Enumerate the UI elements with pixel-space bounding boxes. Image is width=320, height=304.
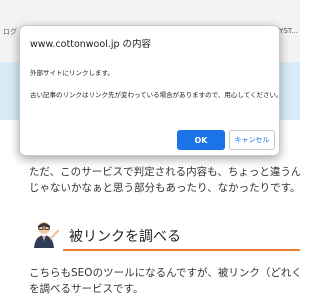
dialog-message: 外部サイトにリンクします。	[30, 69, 114, 77]
section-heading: 被リンクを調べる	[29, 219, 300, 251]
section-heading-title: 被リンクを調べる	[69, 229, 181, 245]
section-heading-underline	[63, 249, 300, 251]
article-paragraph-line: こちらもSEOのツールになるんですが、被リンク（どれくらい	[29, 267, 300, 279]
dialog-message: 古い記事のリンクはリンク先が変わっている場合がありますので、用心してください。	[30, 91, 283, 99]
cancel-button[interactable]: キャンセル	[229, 130, 275, 150]
article-paragraph-line: を調べるサービスです。	[29, 283, 144, 295]
browser-viewport: ログ YST... ただ、このサービスで判定される内容も、ちょっと違うん じゃな…	[0, 0, 300, 304]
nav-item-truncated[interactable]: YST...	[279, 27, 298, 35]
ok-button[interactable]: OK	[177, 130, 225, 150]
author-avatar-icon	[34, 222, 59, 248]
nav-item-login[interactable]: ログ	[3, 27, 17, 37]
article-paragraph-line: ただ、このサービスで判定される内容も、ちょっと違うん	[29, 166, 300, 178]
dialog-title: www.cottonwool.jp の内容	[30, 39, 152, 50]
article-paragraph-line: じゃないかなぁと思う部分もあったり、なかったりです。	[29, 182, 300, 194]
confirm-dialog: www.cottonwool.jp の内容 外部サイトにリンクします。 古い記事…	[19, 25, 283, 156]
